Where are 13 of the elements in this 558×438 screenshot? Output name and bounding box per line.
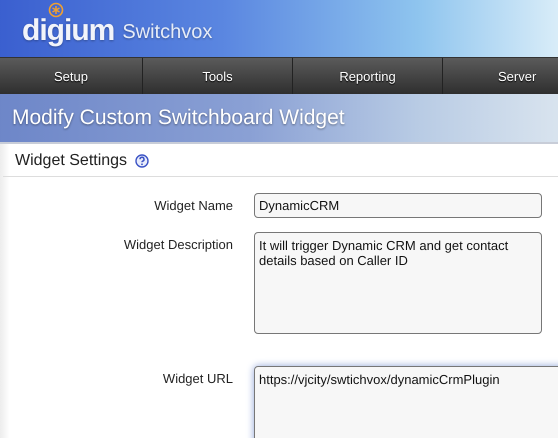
text-area[interactable]: It will trigger Dynamic CRM and get contact details based on Caller ID <box>254 232 542 334</box>
section-title: Widget Settings <box>15 152 128 170</box>
text-field[interactable]: DynamicCRM <box>254 193 542 218</box>
nav-tab[interactable]: Server <box>443 58 558 94</box>
page-title: Modify Custom Switchboard Widget <box>12 106 345 130</box>
field-label: Widget Description <box>122 236 233 254</box>
logo: digium <box>22 12 114 48</box>
field-label: Widget Name <box>153 197 233 215</box>
asterisk-bubble-icon <box>48 2 64 18</box>
product-name: Switchvox <box>122 21 212 44</box>
help-icon[interactable] <box>135 154 150 168</box>
text-area[interactable]: https://vjcity/swtichvox/dynamicCrmPlugin <box>254 366 558 438</box>
field-label: Widget URL <box>162 370 233 388</box>
